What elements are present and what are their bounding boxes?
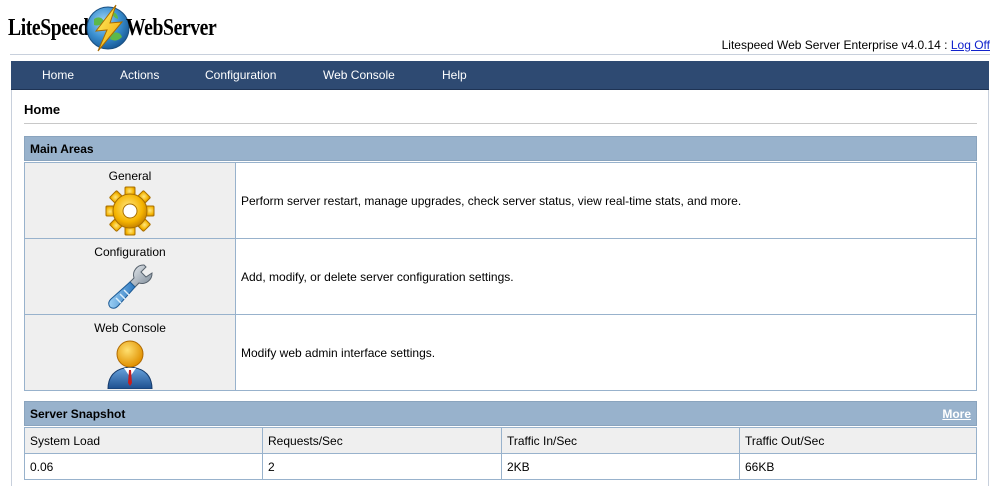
nav-item-web-console[interactable]: Web Console <box>323 61 395 89</box>
user-icon[interactable] <box>104 337 156 389</box>
page-title: Home <box>24 102 61 117</box>
litespeed-logo[interactable]: LiteSpeed WebServer <box>6 3 217 53</box>
snapshot-col-system-load: System Load <box>24 427 263 454</box>
area-configuration[interactable]: Configuration <box>24 238 236 315</box>
snapshot-col-traffic-out: Traffic Out/Sec <box>739 427 977 454</box>
wrench-icon[interactable] <box>104 261 156 313</box>
snapshot-value-row: 0.06 2 2KB 66KB <box>24 453 977 480</box>
snapshot-value-traffic-in: 2KB <box>501 453 740 480</box>
nav-item-configuration[interactable]: Configuration <box>205 61 276 89</box>
area-desc-configuration: Add, modify, or delete server configurat… <box>235 238 977 315</box>
main-content: Home Main Areas General Perform server r… <box>11 90 989 486</box>
title-divider <box>24 123 977 124</box>
logo-text-left: LiteSpeed <box>8 15 89 41</box>
nav-item-actions[interactable]: Actions <box>120 61 159 89</box>
area-row-web-console: Web Console Modify web admin interface s… <box>24 314 977 391</box>
area-general[interactable]: General <box>24 162 236 239</box>
main-nav: Home Actions Configuration Web Console H… <box>11 61 989 90</box>
snapshot-value-system-load: 0.06 <box>24 453 263 480</box>
area-name-general[interactable]: General <box>25 169 235 183</box>
page-header: LiteSpeed WebServer Litespeed Web Server… <box>0 0 999 56</box>
area-row-general: General Perform server restart, manage u… <box>24 162 977 239</box>
server-snapshot-table: System Load Requests/Sec Traffic In/Sec … <box>24 427 977 480</box>
snapshot-value-requests: 2 <box>262 453 502 480</box>
area-name-web-console[interactable]: Web Console <box>25 321 235 335</box>
more-link[interactable]: More <box>942 402 971 427</box>
main-areas-table: General Perform server restart, manage u… <box>24 162 977 391</box>
area-name-configuration[interactable]: Configuration <box>25 245 235 259</box>
logo-text-right: WebServer <box>126 15 217 41</box>
server-snapshot-title: Server Snapshot <box>30 407 126 421</box>
snapshot-col-traffic-in: Traffic In/Sec <box>501 427 740 454</box>
header-divider <box>10 54 990 55</box>
version-text: Litespeed Web Server Enterprise v4.0.14 … <box>721 38 951 52</box>
snapshot-header-row: System Load Requests/Sec Traffic In/Sec … <box>24 427 977 454</box>
area-desc-web-console: Modify web admin interface settings. <box>235 314 977 391</box>
snapshot-value-traffic-out: 66KB <box>739 453 977 480</box>
main-areas-title: Main Areas <box>30 142 94 156</box>
logoff-link[interactable]: Log Off <box>951 38 990 52</box>
area-web-console[interactable]: Web Console <box>24 314 236 391</box>
nav-item-home[interactable]: Home <box>42 61 74 89</box>
main-areas-header: Main Areas <box>24 136 977 161</box>
server-snapshot-header: Server Snapshot More <box>24 401 977 426</box>
area-row-configuration: Configuration Add, modify, or delete ser… <box>24 238 977 315</box>
gear-icon[interactable] <box>104 185 156 237</box>
area-desc-general: Perform server restart, manage upgrades,… <box>235 162 977 239</box>
snapshot-col-requests: Requests/Sec <box>262 427 502 454</box>
version-info: Litespeed Web Server Enterprise v4.0.14 … <box>722 38 990 52</box>
nav-item-help[interactable]: Help <box>442 61 467 89</box>
